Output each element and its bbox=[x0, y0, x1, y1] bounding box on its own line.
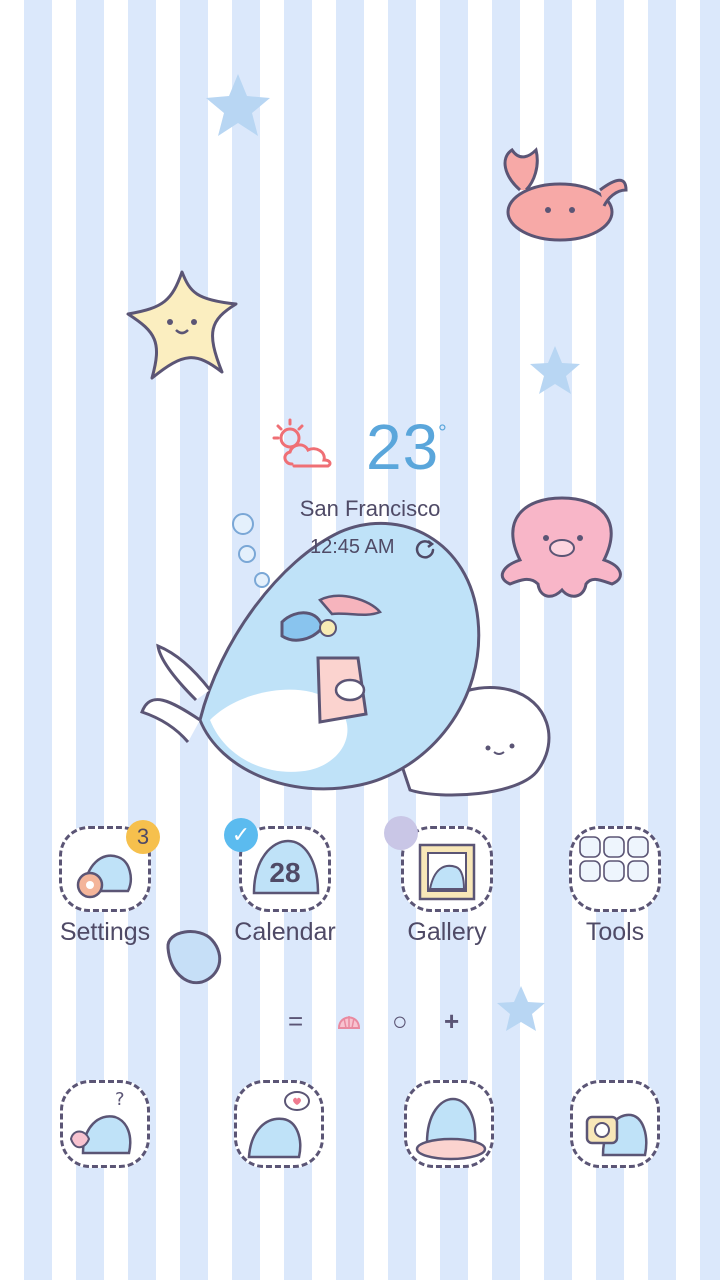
page-indicator-dot[interactable]: ○ bbox=[392, 1006, 408, 1037]
weather-widget[interactable]: 23 ° San Francisco 12:45 AM bbox=[270, 410, 530, 590]
svg-text:?: ? bbox=[115, 1089, 125, 1110]
bubbles-icon bbox=[232, 513, 270, 588]
app-label: Gallery bbox=[407, 918, 487, 946]
heart-bubble-shark-icon bbox=[234, 1080, 324, 1168]
app-settings[interactable]: 3 Settings bbox=[30, 820, 180, 947]
starfish-icon bbox=[126, 270, 238, 380]
dot-badge bbox=[384, 816, 418, 850]
dock-browser[interactable] bbox=[374, 1080, 524, 1168]
refresh-icon[interactable] bbox=[414, 538, 436, 560]
check-icon: ✓ bbox=[224, 818, 258, 852]
folder-grid-icon bbox=[579, 836, 649, 882]
camera-shark-icon bbox=[570, 1080, 660, 1168]
question-shark-icon: ? bbox=[60, 1080, 150, 1168]
dock-phone[interactable]: ? bbox=[30, 1080, 180, 1168]
tools-folder-icon bbox=[569, 826, 661, 912]
app-label: Calendar bbox=[234, 918, 336, 946]
notification-badge: 3 bbox=[126, 820, 160, 854]
app-label: Tools bbox=[585, 918, 645, 946]
float-ring-shark-icon bbox=[404, 1080, 494, 1168]
temperature-unit: ° bbox=[438, 420, 447, 445]
app-gallery[interactable]: Gallery bbox=[372, 816, 522, 947]
crab-icon bbox=[503, 147, 628, 242]
app-calendar[interactable]: 28 ✓ Calendar bbox=[210, 818, 360, 947]
dock-messages[interactable] bbox=[204, 1080, 354, 1168]
weather-city: San Francisco bbox=[299, 496, 441, 521]
dock-camera[interactable] bbox=[540, 1080, 690, 1168]
app-tools[interactable]: Tools bbox=[540, 826, 690, 947]
shell-icon[interactable] bbox=[334, 1006, 364, 1036]
sun-cloud-icon bbox=[272, 418, 332, 468]
temperature-value: 23 bbox=[366, 411, 440, 483]
calendar-day: 28 bbox=[269, 857, 301, 888]
weather-time: 12:45 AM bbox=[310, 536, 395, 558]
gallery-frame-icon bbox=[418, 843, 476, 901]
app-label: Settings bbox=[59, 918, 151, 946]
page-indicator[interactable]: = ○ + bbox=[280, 1006, 480, 1038]
page-indicator-add[interactable]: + bbox=[444, 1006, 459, 1037]
page-indicator-menu[interactable]: = bbox=[288, 1006, 303, 1037]
